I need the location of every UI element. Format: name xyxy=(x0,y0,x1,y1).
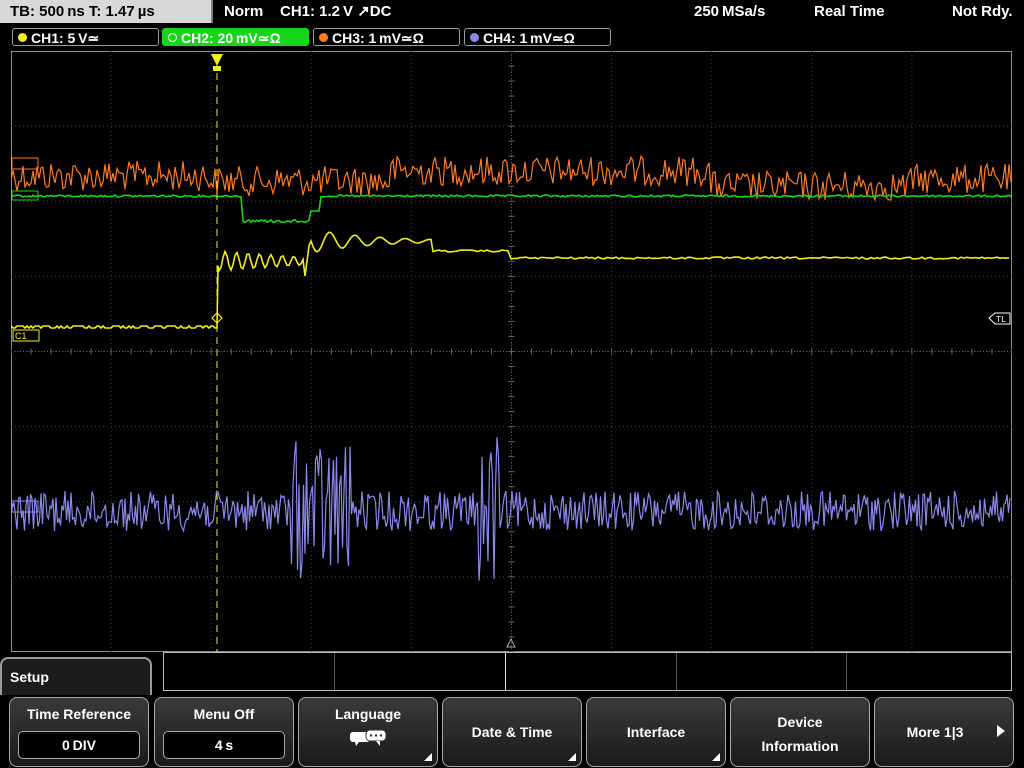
trigger-level-label: TL xyxy=(996,314,1006,324)
channel-3-color-dot xyxy=(319,33,328,42)
channel-4-button[interactable]: CH4: 1 mV≃Ω xyxy=(464,28,611,46)
more-label: More 1|3 xyxy=(906,724,964,740)
sample-rate: 250 MSa/s xyxy=(694,3,766,20)
trigger-source[interactable]: CH1: 1.2 V ↗DC xyxy=(280,0,391,24)
status-bar: TB: 500 ns T: 1.47 µs Norm CH1: 1.2 V ↗D… xyxy=(0,0,1024,24)
interface-label: Interface xyxy=(626,724,686,740)
channel-1-color-dot xyxy=(18,33,27,42)
menu-off-value: 4 s xyxy=(163,731,285,759)
menu-off-label: Menu Off xyxy=(193,706,255,722)
channel-1-label: CH1: 5 V≃ xyxy=(31,30,100,46)
softkey-menu: Time Reference 0 DIV Menu Off 4 s Langua… xyxy=(0,695,1024,768)
channel-1-marker-label: C1 xyxy=(15,331,27,341)
channel-2-button[interactable]: CH2: 20 mV≃Ω xyxy=(162,28,309,46)
channel-3-button[interactable]: CH3: 1 mV≃Ω xyxy=(313,28,460,46)
setup-menu-tab[interactable]: Setup xyxy=(0,657,152,695)
channel-4-color-dot xyxy=(470,33,479,42)
channel-2-label: CH2: 20 mV≃Ω xyxy=(181,30,281,46)
date-time-label: Date & Time xyxy=(471,724,553,740)
device-information-button[interactable]: Device Information xyxy=(730,697,870,767)
date-time-button[interactable]: Date & Time xyxy=(442,697,582,767)
speech-bubble-icon xyxy=(350,729,387,746)
timebase-readout[interactable]: TB: 500 ns T: 1.47 µs xyxy=(0,0,213,23)
device-info-line1: Device xyxy=(777,714,823,730)
channel-2-color-dot xyxy=(168,32,177,42)
time-reference-label: Time Reference xyxy=(26,706,131,722)
interface-button[interactable]: Interface xyxy=(586,697,726,767)
waveform-display[interactable]: C1 TL xyxy=(11,51,1012,652)
overview-strip xyxy=(163,652,1012,691)
language-label: Language xyxy=(334,706,402,722)
channel-1-button[interactable]: CH1: 5 V≃ xyxy=(12,28,159,46)
more-button[interactable]: More 1|3 xyxy=(874,697,1014,767)
language-button[interactable]: Language xyxy=(298,697,438,767)
time-reference-button[interactable]: Time Reference 0 DIV xyxy=(9,697,149,767)
trigger-mode[interactable]: Norm xyxy=(224,0,263,24)
submenu-corner-icon xyxy=(712,753,720,761)
acquisition-mode: Real Time xyxy=(814,3,885,20)
trigger-status: Not Rdy. xyxy=(952,3,1013,20)
device-info-line2: Information xyxy=(761,738,839,754)
menu-off-button[interactable]: Menu Off 4 s xyxy=(154,697,294,767)
channel-4-label: CH4: 1 mV≃Ω xyxy=(483,30,575,46)
time-reference-value: 0 DIV xyxy=(18,731,140,759)
channel-3-label: CH3: 1 mV≃Ω xyxy=(332,30,424,46)
trigger-marker-stem xyxy=(213,66,221,71)
submenu-corner-icon xyxy=(424,753,432,761)
submenu-corner-icon xyxy=(568,753,576,761)
right-arrow-icon xyxy=(997,725,1005,737)
